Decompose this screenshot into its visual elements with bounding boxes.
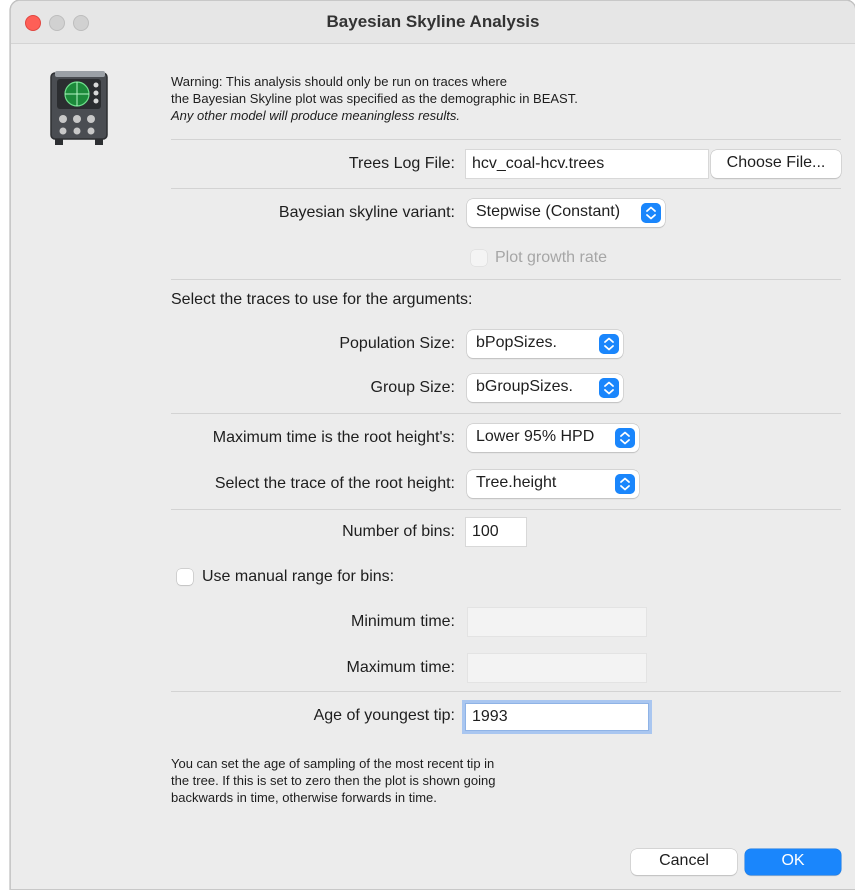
manual-range-checkbox[interactable] xyxy=(177,569,193,585)
chevron-up-down-icon xyxy=(641,203,661,223)
skyline-variant-select[interactable]: Stepwise (Constant) xyxy=(467,199,665,227)
chevron-up-down-icon xyxy=(615,474,635,494)
number-of-bins-label: Number of bins: xyxy=(342,523,455,540)
help-line: backwards in time, otherwise forwards in… xyxy=(171,790,437,805)
maximum-time-label: Maximum time: xyxy=(346,659,455,676)
group-size-label: Group Size: xyxy=(370,379,455,396)
dialog-window: Bayesian Skyline Analysis Warning: This … xyxy=(10,0,855,890)
choose-file-button[interactable]: Choose File... xyxy=(711,150,841,178)
youngest-tip-age-label: Age of youngest tip: xyxy=(313,707,455,724)
title-bar: Bayesian Skyline Analysis xyxy=(11,1,855,44)
traces-heading: Select the traces to use for the argumen… xyxy=(171,291,473,308)
population-size-select[interactable]: bPopSizes. xyxy=(467,330,623,358)
chevron-up-down-icon xyxy=(599,334,619,354)
skyline-variant-value: Stepwise (Constant) xyxy=(476,203,621,220)
group-size-select[interactable]: bGroupSizes. xyxy=(467,374,623,402)
population-size-label: Population Size: xyxy=(339,335,455,352)
oscilloscope-app-icon xyxy=(50,71,108,145)
separator xyxy=(171,188,841,189)
separator xyxy=(171,691,841,692)
minimum-time-field[interactable] xyxy=(467,607,647,637)
warning-line: the Bayesian Skyline plot was specified … xyxy=(171,91,578,106)
help-line: You can set the age of sampling of the m… xyxy=(171,756,495,771)
root-height-trace-label: Select the trace of the root height: xyxy=(214,475,455,492)
minimum-time-label: Minimum time: xyxy=(350,613,455,630)
help-line: the tree. If this is set to zero then th… xyxy=(171,773,496,788)
skyline-variant-label: Bayesian skyline variant: xyxy=(278,204,455,221)
manual-range-label: Use manual range for bins: xyxy=(202,568,395,585)
trees-log-file-label: Trees Log File: xyxy=(348,155,455,172)
population-size-value: bPopSizes. xyxy=(476,334,557,351)
root-height-trace-select[interactable]: Tree.height xyxy=(467,470,639,498)
plot-growth-rate-checkbox[interactable] xyxy=(471,250,487,266)
chevron-up-down-icon xyxy=(599,378,619,398)
youngest-tip-age-field[interactable]: 1993 xyxy=(465,703,649,731)
chevron-up-down-icon xyxy=(615,428,635,448)
number-of-bins-field[interactable]: 100 xyxy=(465,517,527,547)
window-title: Bayesian Skyline Analysis xyxy=(326,12,540,31)
max-time-root-height-select[interactable]: Lower 95% HPD xyxy=(467,424,639,452)
warning-line: Warning: This analysis should only be ru… xyxy=(171,74,508,89)
root-height-trace-value: Tree.height xyxy=(476,474,557,491)
ok-button[interactable]: OK xyxy=(745,849,841,875)
trees-log-file-field[interactable]: hcv_coal-hcv.trees xyxy=(465,149,709,179)
maximum-time-field[interactable] xyxy=(467,653,647,683)
plot-growth-rate-label: Plot growth rate xyxy=(495,249,608,266)
cancel-button[interactable]: Cancel xyxy=(631,849,737,875)
separator xyxy=(171,413,841,414)
max-time-root-height-value: Lower 95% HPD xyxy=(476,428,595,445)
separator xyxy=(171,139,841,140)
warning-line-italic: Any other model will produce meaningless… xyxy=(171,108,461,123)
separator xyxy=(171,279,841,280)
group-size-value: bGroupSizes. xyxy=(476,378,573,395)
youngest-tip-help-text: You can set the age of sampling of the m… xyxy=(171,755,495,806)
separator xyxy=(171,509,841,510)
warning-text: Warning: This analysis should only be ru… xyxy=(171,73,578,124)
max-time-root-height-label: Maximum time is the root height's: xyxy=(212,429,455,446)
